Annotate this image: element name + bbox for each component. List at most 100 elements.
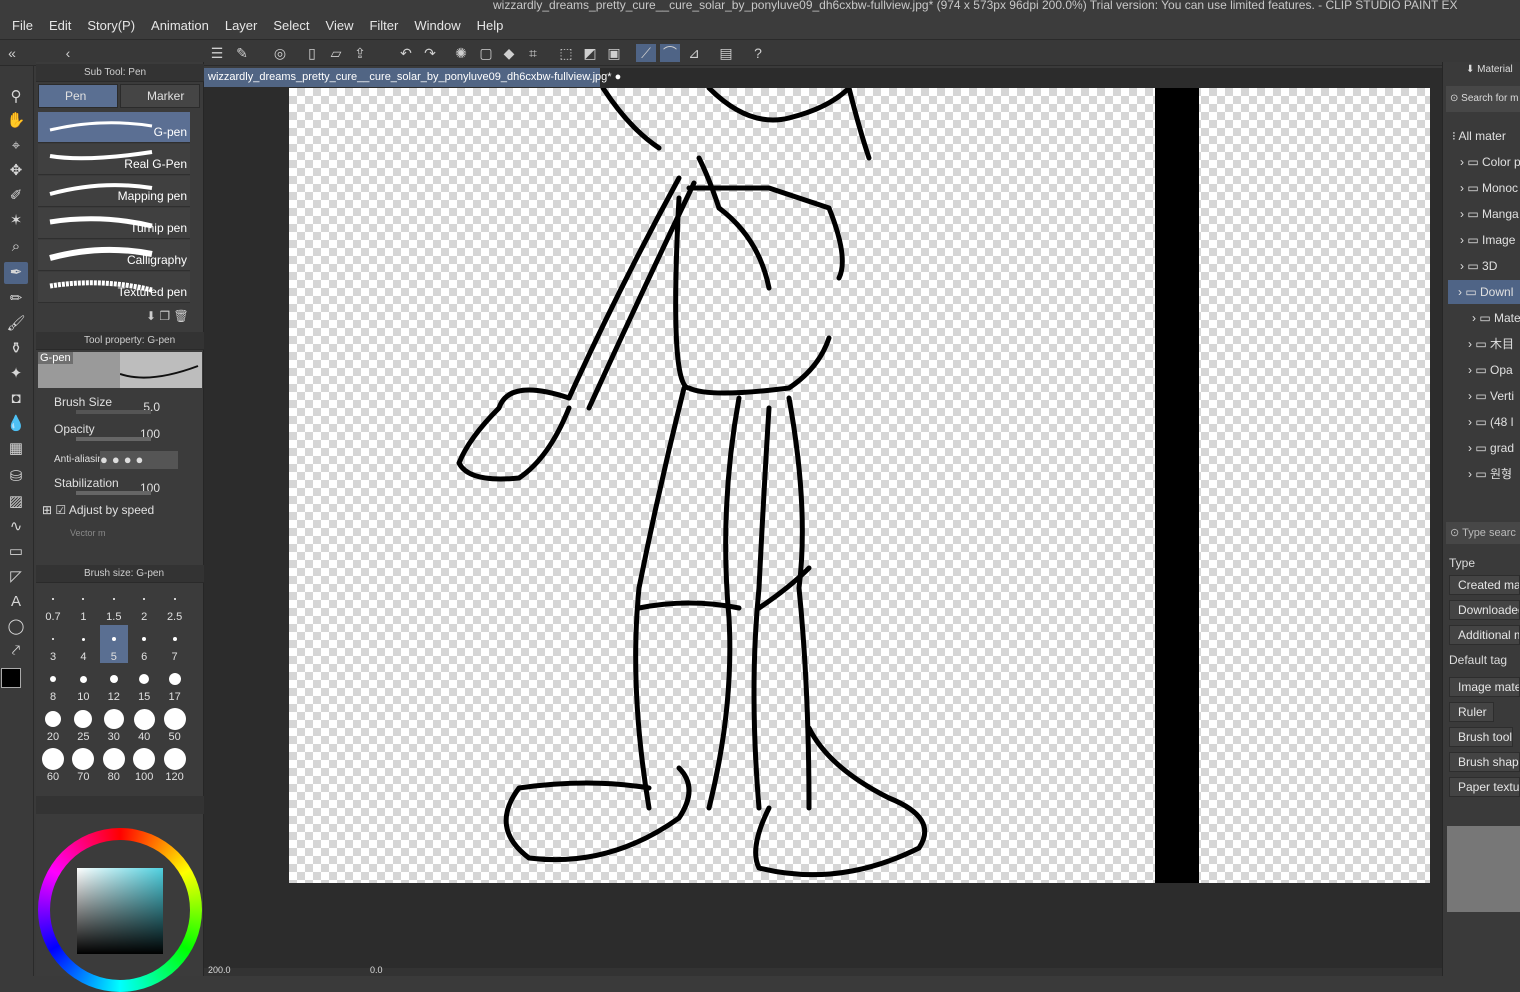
hand-icon[interactable]: ✋ [4, 110, 28, 132]
brush-size-option[interactable]: 5 [99, 625, 128, 663]
new-canvas-icon[interactable]: ✎ [232, 44, 252, 62]
menu-filter[interactable]: Filter [361, 14, 406, 37]
tag-image-material[interactable]: Image mater [1449, 677, 1520, 697]
tag-ruler[interactable]: Ruler [1449, 702, 1494, 722]
material-tree-item[interactable]: › ▭ 원형 [1468, 462, 1512, 486]
crop-icon[interactable]: ⌗ [523, 44, 543, 62]
antialias-options[interactable]: ●●●● [100, 451, 178, 469]
tag-additional[interactable]: Additional ma [1449, 625, 1520, 645]
decoration-icon[interactable]: ✦ [4, 363, 28, 385]
lasso-pen-icon[interactable]: ✐ [4, 185, 28, 207]
brush-size-option[interactable]: 40 [130, 705, 158, 743]
drawing-canvas[interactable] [289, 88, 1430, 883]
brush-size-option[interactable]: 100 [130, 745, 158, 783]
snap-curve-icon[interactable]: ⌒ [660, 44, 680, 62]
material-thumbnail[interactable] [1447, 826, 1520, 912]
brush-size-option[interactable]: 3 [39, 625, 67, 663]
material-tree-item[interactable]: › ▭ 木目 [1468, 332, 1514, 356]
zoom-value[interactable]: 200.0 [208, 965, 231, 975]
brush-mapping-pen[interactable]: Mapping pen [38, 176, 190, 207]
brush-size-option[interactable]: 70 [69, 745, 97, 783]
menu-layer[interactable]: Layer [217, 14, 266, 37]
brush-size-option[interactable]: 10 [69, 665, 97, 703]
fill-bucket-icon[interactable]: ⛁ [4, 466, 28, 488]
undo-icon[interactable]: ↶ [396, 44, 416, 62]
collapse-icon[interactable]: « [2, 44, 22, 62]
type-search[interactable]: ⊙ Type searc [1446, 522, 1520, 544]
snap-ruler-icon[interactable]: ⟋ [636, 44, 656, 62]
material-tree-item[interactable]: › ▭ (48 l [1468, 410, 1513, 434]
brush-size-option[interactable]: 15 [130, 665, 158, 703]
spiral-icon[interactable]: ◎ [270, 44, 290, 62]
magic-wand-icon[interactable]: ✶ [4, 210, 28, 232]
pencil-icon[interactable]: ✏ [4, 288, 28, 310]
snap-grid-icon[interactable]: ⊿ [684, 44, 704, 62]
material-search[interactable]: ⊙ Search for m [1446, 86, 1520, 112]
export-icon[interactable]: ⇪ [350, 44, 370, 62]
clear-icon[interactable]: ▢ [476, 44, 496, 62]
menu-view[interactable]: View [318, 14, 362, 37]
eraser-icon[interactable]: ◘ [4, 388, 28, 410]
menu-edit[interactable]: Edit [41, 14, 79, 37]
material-tree-item[interactable]: › ▭ 3D [1460, 254, 1497, 278]
new-file-icon[interactable]: ▯ [302, 44, 322, 62]
stabilization-slider[interactable] [76, 491, 151, 495]
ruler-icon[interactable]: ◸ [4, 566, 28, 588]
tag-downloaded[interactable]: Downloaded r [1449, 600, 1520, 620]
opacity-row[interactable]: Opacity 100 [38, 420, 188, 446]
material-tree-item[interactable]: › ▭ Monoc [1460, 176, 1518, 200]
direct-draw-icon[interactable]: ∿ [4, 516, 28, 538]
text-icon[interactable]: A [4, 591, 28, 613]
tag-created[interactable]: Created mate [1449, 575, 1520, 595]
figure-icon[interactable]: ▦ [4, 438, 28, 460]
phone-icon[interactable]: ▤ [716, 44, 736, 62]
brush-size-option[interactable]: 2.5 [161, 585, 189, 623]
hide-select-icon[interactable]: ▣ [604, 44, 624, 62]
open-folder-icon[interactable]: ▱ [326, 44, 346, 62]
material-tree-item[interactable]: › ▭ Manga [1460, 202, 1519, 226]
adjust-by-speed-row[interactable]: ⊞ ☑ Adjust by speed [42, 503, 154, 517]
brush-size-row[interactable]: Brush Size 5.0 [38, 393, 188, 419]
antialias-row[interactable]: Anti-aliasin ●●●● [38, 448, 188, 474]
document-tab[interactable]: wizzardly_dreams_pretty_cure__cure_solar… [204, 68, 621, 87]
close-tab-icon[interactable]: ● [615, 71, 622, 83]
brush-size-slider[interactable] [76, 410, 151, 414]
main-color-swatch[interactable] [1, 668, 21, 688]
brush-size-option[interactable]: 12 [100, 665, 128, 703]
blend-icon[interactable]: 💧 [4, 413, 28, 435]
brush-size-option[interactable]: 80 [100, 745, 128, 783]
chevron-left-icon[interactable]: ‹ [58, 44, 78, 62]
brush-size-option[interactable]: 0.7 [39, 585, 67, 623]
menu-help[interactable]: Help [469, 14, 512, 37]
material-tree-item[interactable]: › ▭ Opa [1468, 358, 1513, 382]
brush-size-option[interactable]: 1.5 [100, 585, 128, 623]
redo-icon[interactable]: ↷ [420, 44, 440, 62]
checkbox-checked-icon[interactable]: ⊞ ☑ [42, 503, 69, 517]
tab-marker[interactable]: Marker [120, 84, 200, 108]
subtool-actions-icon[interactable]: ⬇ ❐ 🗑 [146, 309, 189, 323]
menu-window[interactable]: Window [406, 14, 468, 37]
brush-real-g-pen[interactable]: Real G-Pen [38, 144, 190, 175]
eyedropper-icon[interactable]: ⌕ [4, 236, 28, 258]
brush-textured-pen[interactable]: Textured pen [38, 272, 190, 303]
tag-paper-texture[interactable]: Paper texture [1449, 777, 1520, 797]
brush-g-pen[interactable]: G-pen [38, 112, 190, 143]
material-tree-item[interactable]: › ▭ Verti [1468, 384, 1514, 408]
gradient-icon[interactable]: ▨ [4, 491, 28, 513]
brush-size-option[interactable]: 6 [130, 625, 158, 663]
move-icon[interactable]: ✥ [4, 160, 28, 182]
menu-file[interactable]: File [4, 14, 41, 37]
brush-calligraphy[interactable]: Calligraphy [38, 240, 190, 271]
brush-size-option[interactable]: 2 [130, 585, 158, 623]
opacity-slider[interactable] [76, 437, 151, 441]
brush-size-option[interactable]: 50 [161, 705, 189, 743]
menu-animation[interactable]: Animation [143, 14, 217, 37]
brush-size-option[interactable]: 7 [161, 625, 189, 663]
brush-size-option[interactable]: 120 [161, 745, 189, 783]
brush-size-option[interactable]: 30 [100, 705, 128, 743]
brush-size-option[interactable]: 17 [161, 665, 189, 703]
brush-size-option[interactable]: 20 [39, 705, 67, 743]
color-square[interactable] [77, 868, 163, 954]
material-tree-item[interactable]: › ▭ Mate [1472, 306, 1520, 330]
correct-line-icon[interactable]: ⤤ [4, 640, 28, 662]
